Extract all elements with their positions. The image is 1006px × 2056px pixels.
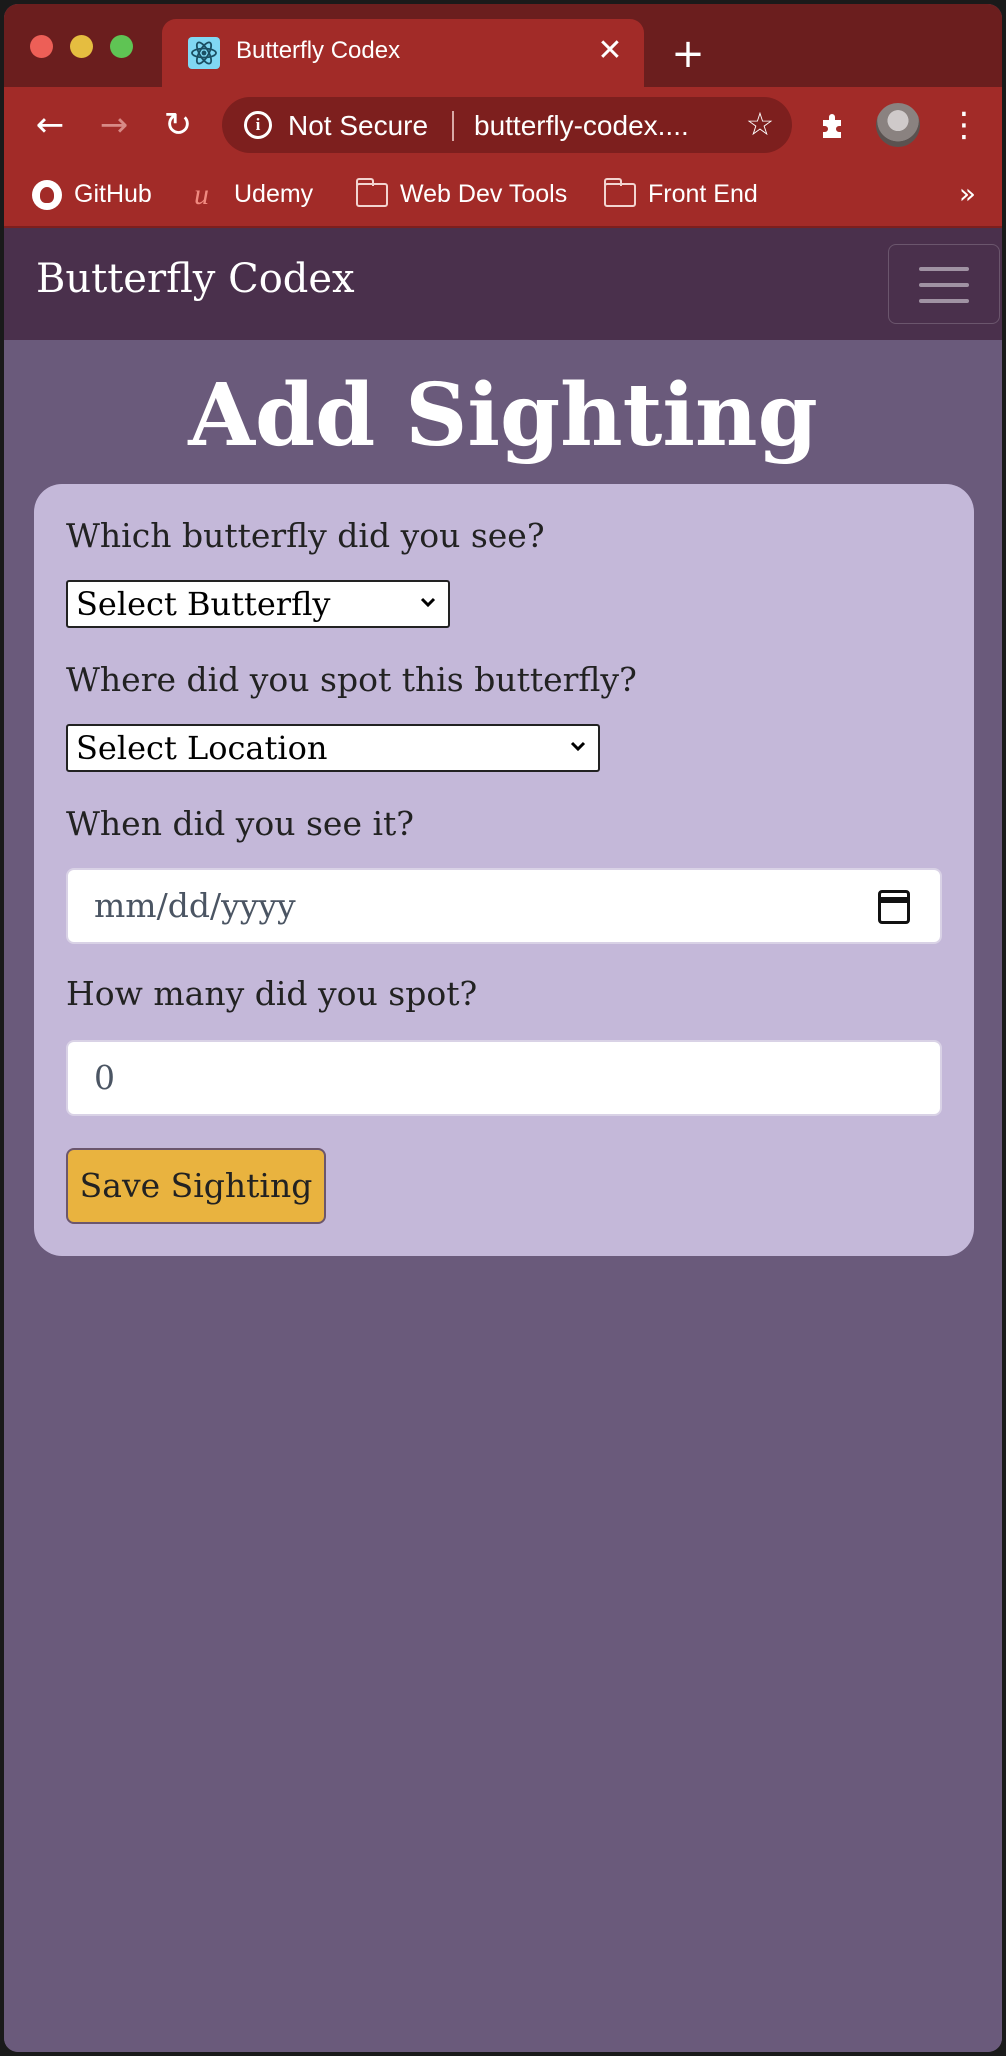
github-icon	[32, 180, 62, 211]
reload-icon[interactable]: ↻	[158, 105, 198, 145]
butterfly-select[interactable]: Select Butterfly	[66, 580, 450, 628]
close-window-button[interactable]	[30, 35, 53, 58]
url-text[interactable]: butterfly-codex....	[474, 110, 689, 142]
site-navbar: Butterfly Codex	[4, 228, 1002, 340]
sighting-form-card: Which butterfly did you see? Select Butt…	[34, 484, 974, 1256]
chevron-down-icon	[570, 741, 586, 752]
date-input[interactable]: mm/dd/yyyy	[66, 868, 942, 944]
bookmark-folder-web-dev-tools[interactable]: Web Dev Tools	[356, 174, 567, 214]
chevron-down-icon	[420, 597, 436, 608]
info-icon[interactable]: i	[244, 111, 272, 139]
butterfly-select-value: Select Butterfly	[76, 585, 331, 623]
react-logo-icon	[188, 37, 220, 69]
date-label: When did you see it?	[66, 804, 414, 843]
count-input[interactable]: 0	[66, 1040, 942, 1116]
bookmark-label: GitHub	[74, 180, 152, 208]
bookmarks-overflow-icon[interactable]: »	[959, 174, 976, 214]
butterfly-label: Which butterfly did you see?	[66, 516, 545, 555]
bookmark-label: Udemy	[234, 180, 314, 208]
profile-avatar[interactable]	[876, 103, 920, 147]
forward-arrow-icon[interactable]: →	[94, 105, 134, 145]
extensions-puzzle-icon[interactable]	[814, 105, 854, 145]
bookmark-label: Web Dev Tools	[400, 180, 568, 208]
folder-icon	[604, 178, 636, 208]
bookmarks-bar: GitHub u Udemy Web Dev Tools Front End »	[4, 164, 1002, 228]
back-arrow-icon[interactable]: ←	[30, 105, 70, 145]
bookmark-folder-front-end[interactable]: Front End	[604, 174, 758, 214]
count-label: How many did you spot?	[66, 974, 478, 1013]
save-sighting-button[interactable]: Save Sighting	[66, 1148, 326, 1224]
tab-strip: Butterfly Codex ✕ +	[4, 4, 1002, 87]
bookmark-github[interactable]: GitHub	[32, 174, 152, 214]
bookmark-label: Front End	[648, 180, 758, 208]
date-placeholder: mm/dd/yyyy	[94, 886, 296, 925]
calendar-icon[interactable]	[878, 890, 910, 924]
count-value: 0	[94, 1058, 115, 1097]
tab-close-icon[interactable]: ✕	[592, 33, 628, 69]
location-select-value: Select Location	[76, 729, 328, 767]
address-divider	[452, 111, 454, 141]
bookmark-udemy[interactable]: u Udemy	[194, 174, 313, 214]
hamburger-menu-icon[interactable]	[888, 244, 1000, 324]
location-label: Where did you spot this butterfly?	[66, 660, 637, 699]
address-bar[interactable]: i Not Secure butterfly-codex.... ☆	[222, 97, 792, 153]
browser-menu-icon[interactable]: ⋮	[944, 105, 984, 145]
new-tab-button[interactable]: +	[668, 34, 708, 74]
tab-title: Butterfly Codex	[236, 37, 401, 64]
page-content: Butterfly Codex Add Sighting Which butte…	[4, 228, 1002, 2052]
minimize-window-button[interactable]	[70, 35, 93, 58]
udemy-icon: u	[194, 178, 209, 212]
page-title: Add Sighting	[188, 365, 818, 466]
maximize-window-button[interactable]	[110, 35, 133, 58]
tab-active[interactable]: Butterfly Codex ✕	[162, 19, 644, 87]
browser-toolbar: ← → ↻ i Not Secure butterfly-codex.... ☆…	[4, 87, 1002, 164]
security-status[interactable]: Not Secure	[288, 110, 428, 142]
bookmark-star-icon[interactable]: ☆	[742, 106, 778, 142]
location-select[interactable]: Select Location	[66, 724, 600, 772]
folder-icon	[356, 178, 388, 208]
navbar-brand[interactable]: Butterfly Codex	[36, 256, 355, 302]
browser-window: Butterfly Codex ✕ + ← → ↻ i Not Secure b…	[4, 4, 1002, 2052]
